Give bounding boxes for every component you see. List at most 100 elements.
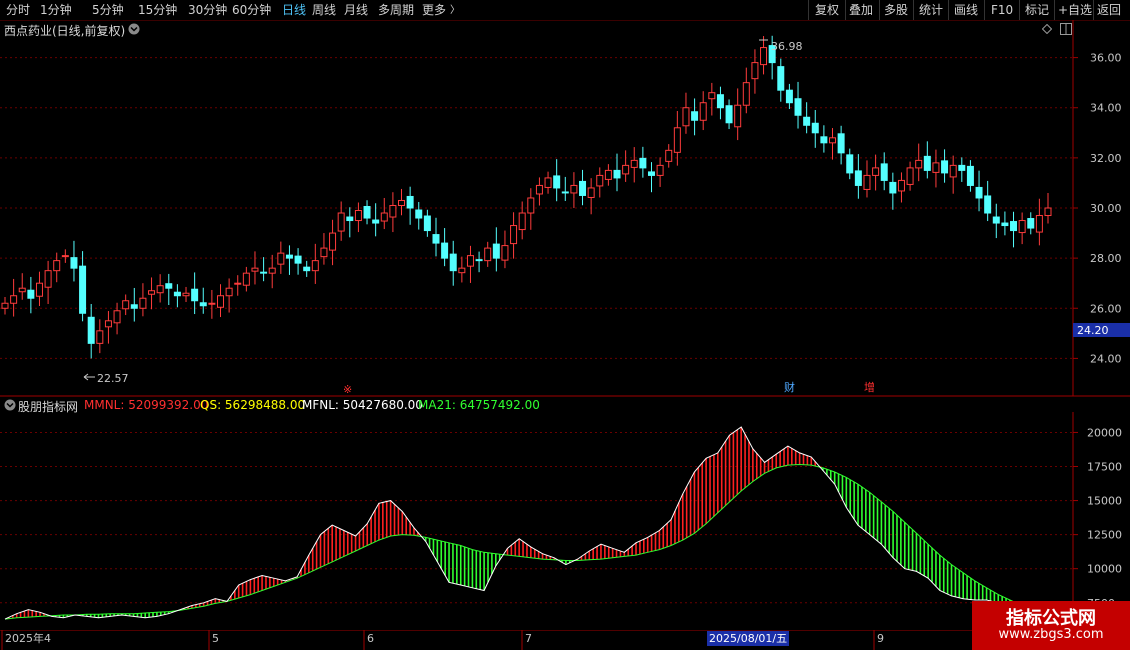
candle-body: [251, 267, 259, 272]
candle-body: [475, 259, 483, 262]
candle-body: [311, 260, 319, 272]
legend-mmnl: MMNL: 52099392.00: [84, 398, 209, 412]
event-marker-1[interactable]: ※: [343, 383, 352, 396]
period-tab-monthly[interactable]: 月线: [344, 2, 368, 18]
candle-body: [320, 247, 328, 258]
candle-body: [734, 104, 742, 128]
candle-body: [492, 243, 500, 259]
indicator-tick-label: 10000: [1087, 563, 1122, 576]
candle-body: [742, 82, 750, 106]
candle-body: [579, 180, 587, 196]
candle-body: [346, 216, 354, 222]
candle-body: [587, 187, 595, 198]
candle-body: [501, 245, 509, 261]
candle-body: [518, 212, 526, 231]
candle-body: [415, 209, 423, 219]
candle-body: [958, 164, 966, 171]
candle-body: [527, 197, 535, 214]
statistics-button[interactable]: 统计: [919, 2, 943, 18]
candle-body: [1035, 215, 1043, 233]
candle-body: [242, 272, 250, 286]
candle-body: [380, 212, 388, 222]
price-tick-label: 34.00: [1090, 102, 1122, 115]
candle-body: [553, 175, 561, 189]
indicator-chevron-down-icon[interactable]: [4, 399, 16, 411]
candle-body: [535, 184, 543, 195]
candle-body: [1018, 220, 1026, 234]
date-axis: 2025年4 5 6 7 2025/08/01/五 9: [0, 630, 1130, 650]
candle-body: [570, 184, 578, 194]
candle-body: [863, 174, 871, 190]
candle-body: [966, 165, 974, 186]
price-tick-label: 32.00: [1090, 152, 1122, 165]
back-button[interactable]: 返回: [1097, 2, 1121, 18]
draw-line-button[interactable]: 画线: [954, 2, 978, 18]
candle-body: [449, 253, 457, 272]
period-tab-daily[interactable]: 日线: [282, 2, 306, 18]
candle-body: [975, 186, 983, 199]
candle-body: [716, 94, 724, 109]
candle-body: [777, 66, 785, 91]
period-tab-1min[interactable]: 1分钟: [40, 2, 72, 18]
candle-body: [96, 330, 104, 344]
candlestick-chart[interactable]: 36.00 34.00 32.00 30.00 28.00 26.00 24.00 24.2…: [0, 20, 1130, 400]
period-tab-more[interactable]: 更多: [422, 2, 446, 18]
indicator-chart[interactable]: 20000175001500012500100007500: [0, 412, 1130, 630]
candle-body: [398, 199, 406, 206]
candle-body: [897, 179, 905, 192]
candle-body: [699, 102, 707, 121]
price-tick-label: 30.00: [1090, 202, 1122, 215]
candle-body: [70, 257, 78, 269]
period-tab-intraday[interactable]: 分时: [6, 2, 30, 18]
candle-body: [837, 133, 845, 154]
period-tab-multi[interactable]: 多周期: [378, 2, 414, 18]
candle-body: [829, 137, 837, 144]
candle-body: [889, 181, 897, 194]
overlay-button[interactable]: 叠加: [849, 2, 873, 18]
candle-body: [423, 215, 431, 232]
candle-body: [682, 107, 690, 127]
candle-body: [354, 210, 362, 222]
candle-body: [1, 302, 9, 309]
candle-body: [113, 310, 121, 324]
chevron-right-icon[interactable]: 〉: [450, 3, 460, 19]
date-label-jul: 7: [525, 632, 532, 645]
candle-body: [846, 154, 854, 174]
candle-body: [35, 282, 43, 297]
period-tab-30min[interactable]: 30分钟: [188, 2, 227, 18]
candle-body: [148, 290, 156, 295]
candle-body: [104, 320, 112, 328]
candle-body: [208, 302, 216, 305]
f10-button[interactable]: F10: [991, 2, 1013, 18]
add-watchlist-button[interactable]: +自选: [1058, 2, 1092, 18]
period-tab-15min[interactable]: 15分钟: [138, 2, 177, 18]
candle-body: [79, 265, 87, 314]
candle-body: [216, 295, 224, 308]
period-tab-5min[interactable]: 5分钟: [92, 2, 124, 18]
candle-body: [363, 205, 371, 219]
candle-body: [656, 164, 664, 176]
period-tab-60min[interactable]: 60分钟: [232, 2, 271, 18]
price-tick-label: 24.00: [1090, 352, 1122, 365]
candle-body: [122, 300, 130, 310]
period-tab-weekly[interactable]: 周线: [312, 2, 336, 18]
event-marker-increase[interactable]: 增: [864, 380, 875, 394]
candle-body: [234, 282, 242, 285]
event-marker-finance[interactable]: 财: [784, 380, 795, 394]
multi-stock-button[interactable]: 多股: [884, 2, 908, 18]
candle-body: [372, 219, 380, 224]
low-price-label: 22.57: [97, 372, 129, 385]
candle-body: [639, 157, 647, 169]
mark-button[interactable]: 标记: [1025, 2, 1049, 18]
candle-body: [751, 62, 759, 80]
date-label-sep: 9: [877, 632, 884, 645]
candle-body: [803, 116, 811, 126]
candle-body: [260, 271, 268, 274]
candle-body: [1044, 207, 1052, 217]
candle-body: [1027, 218, 1035, 229]
legend-qs: QS: 56298488.00: [200, 398, 306, 412]
date-cursor-label: 2025/08/01/五: [709, 632, 787, 645]
adjust-button[interactable]: 复权: [815, 2, 839, 18]
candle-body: [613, 169, 621, 179]
candle-body: [484, 247, 492, 262]
